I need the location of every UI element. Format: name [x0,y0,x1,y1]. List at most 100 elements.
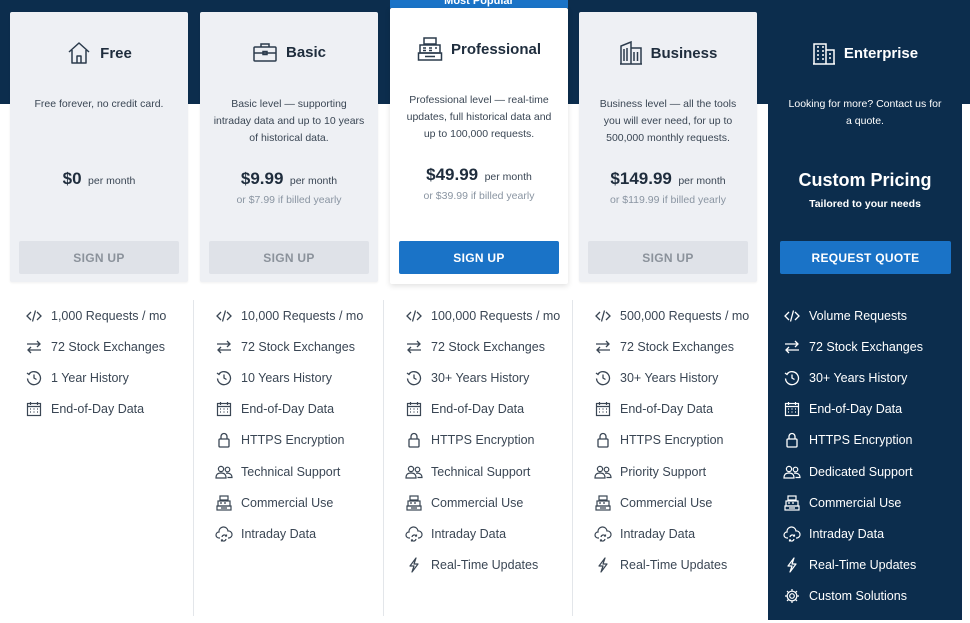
price-period: per month [289,175,338,187]
cash-register-icon [214,493,234,513]
price-amount: $49.99 [426,165,479,184]
cloud-sync-icon [404,524,424,544]
calendar-icon [24,399,44,419]
feature-item: 30+ Years History [573,362,763,393]
price-amount: $149.99 [610,169,672,188]
calendar-icon [214,399,234,419]
calendar-icon [404,399,424,419]
cloud-sync-icon [214,524,234,544]
feature-item: 72 Stock Exchanges [194,331,384,362]
feature-item: HTTPS Encryption [573,425,763,456]
lightning-icon [593,555,613,575]
feature-item: Dedicated Support [768,456,962,487]
code-icon [782,306,802,326]
sign-up-button[interactable]: SIGN UP [399,241,559,274]
feature-list: 1,000 Requests / mo 72 Stock Exchanges 1… [4,300,194,425]
feature-item: 72 Stock Exchanges [573,331,763,362]
feature-item: 30+ Years History [768,362,962,393]
most-popular-banner: Most Popular [390,0,568,8]
cash-register-icon [593,493,613,513]
feature-item: Real-Time Updates [573,550,763,581]
sign-up-button[interactable]: SIGN UP [588,241,748,274]
plan-card-professional: Professional Professional level — real-t… [390,8,568,284]
feature-item: Commercial Use [384,487,574,518]
feature-item: 72 Stock Exchanges [384,331,574,362]
feature-item: End-of-Day Data [4,394,194,425]
cash-register-icon [417,36,443,62]
feature-item: Commercial Use [573,487,763,518]
feature-list: 10,000 Requests / mo 72 Stock Exchanges … [194,300,384,550]
plan-header: Professional [390,36,568,62]
cloud-sync-icon [782,524,802,544]
feature-item: HTTPS Encryption [194,425,384,456]
feature-item: Commercial Use [768,487,962,518]
plan-card-basic: Basic Basic level — supporting intraday … [200,12,378,282]
feature-item: 72 Stock Exchanges [4,331,194,362]
exchange-arrows-icon [404,337,424,357]
cash-register-icon [404,493,424,513]
plan-description: Professional level — real-time updates, … [406,94,552,140]
plan-description: Free forever, no credit card. [34,98,164,110]
calendar-icon [782,399,802,419]
feature-item: Intraday Data [573,518,763,549]
request-quote-button[interactable]: REQUEST QUOTE [780,241,951,274]
users-icon [593,462,613,482]
lock-icon [404,430,424,450]
plan-description: Basic level — supporting intraday data a… [213,98,365,144]
feature-item: End-of-Day Data [194,394,384,425]
lock-icon [782,430,802,450]
history-clock-icon [404,368,424,388]
feature-list: 500,000 Requests / mo 72 Stock Exchanges… [573,300,763,581]
feature-item: 10,000 Requests / mo [194,300,384,331]
custom-pricing-subtitle: Tailored to your needs [809,198,921,210]
feature-item: Priority Support [573,456,763,487]
house-icon [66,40,92,66]
lightning-icon [782,555,802,575]
plan-description: Looking for more? Contact us for a quote… [788,98,942,127]
lightning-icon [404,555,424,575]
feature-item: Real-Time Updates [384,550,574,581]
feature-item: 500,000 Requests / mo [573,300,763,331]
calendar-icon [593,399,613,419]
sign-up-button[interactable]: SIGN UP [19,241,179,274]
plan-name: Enterprise [843,44,919,62]
feature-item: Technical Support [384,456,574,487]
yearly-price-note: or $39.99 if billed yearly [423,190,535,202]
plan-card-free: Free Free forever, no credit card. $0 pe… [10,12,188,282]
code-icon [404,306,424,326]
plan-name: Professional [450,40,542,58]
exchange-arrows-icon [24,337,44,357]
feature-item: HTTPS Encryption [768,425,962,456]
feature-item: 1 Year History [4,362,194,393]
history-clock-icon [214,368,234,388]
feature-item: Real-Time Updates [768,550,962,581]
price-block: $9.99 per month or $7.99 if billed yearl… [200,169,378,206]
yearly-price-note: or $119.99 if billed yearly [610,194,726,206]
gear-icon [782,586,802,606]
exchange-arrows-icon [782,337,802,357]
price-amount: $9.99 [240,169,284,188]
history-clock-icon [24,368,44,388]
plan-name: Free [100,44,132,62]
code-icon [593,306,613,326]
building-icon [619,40,643,66]
feature-item: Volume Requests [768,300,962,331]
plan-name: Basic [285,43,327,61]
plan-header: Free [10,40,188,66]
feature-item: Technical Support [194,456,384,487]
feature-item: 30+ Years History [384,362,574,393]
plan-name: Business [650,44,718,62]
exchange-arrows-icon [214,337,234,357]
yearly-price-note: or $7.99 if billed yearly [236,194,342,206]
feature-item: 1,000 Requests / mo [4,300,194,331]
price-period: per month [678,175,726,187]
cash-register-icon [782,493,802,513]
plan-card-business: Business Business level — all the tools … [579,12,757,282]
sign-up-button[interactable]: SIGN UP [209,241,369,274]
feature-item: Intraday Data [768,518,962,549]
feature-item: End-of-Day Data [768,394,962,425]
price-block: $149.99 per month or $119.99 if billed y… [579,169,757,206]
code-icon [24,306,44,326]
lock-icon [593,430,613,450]
code-icon [214,306,234,326]
